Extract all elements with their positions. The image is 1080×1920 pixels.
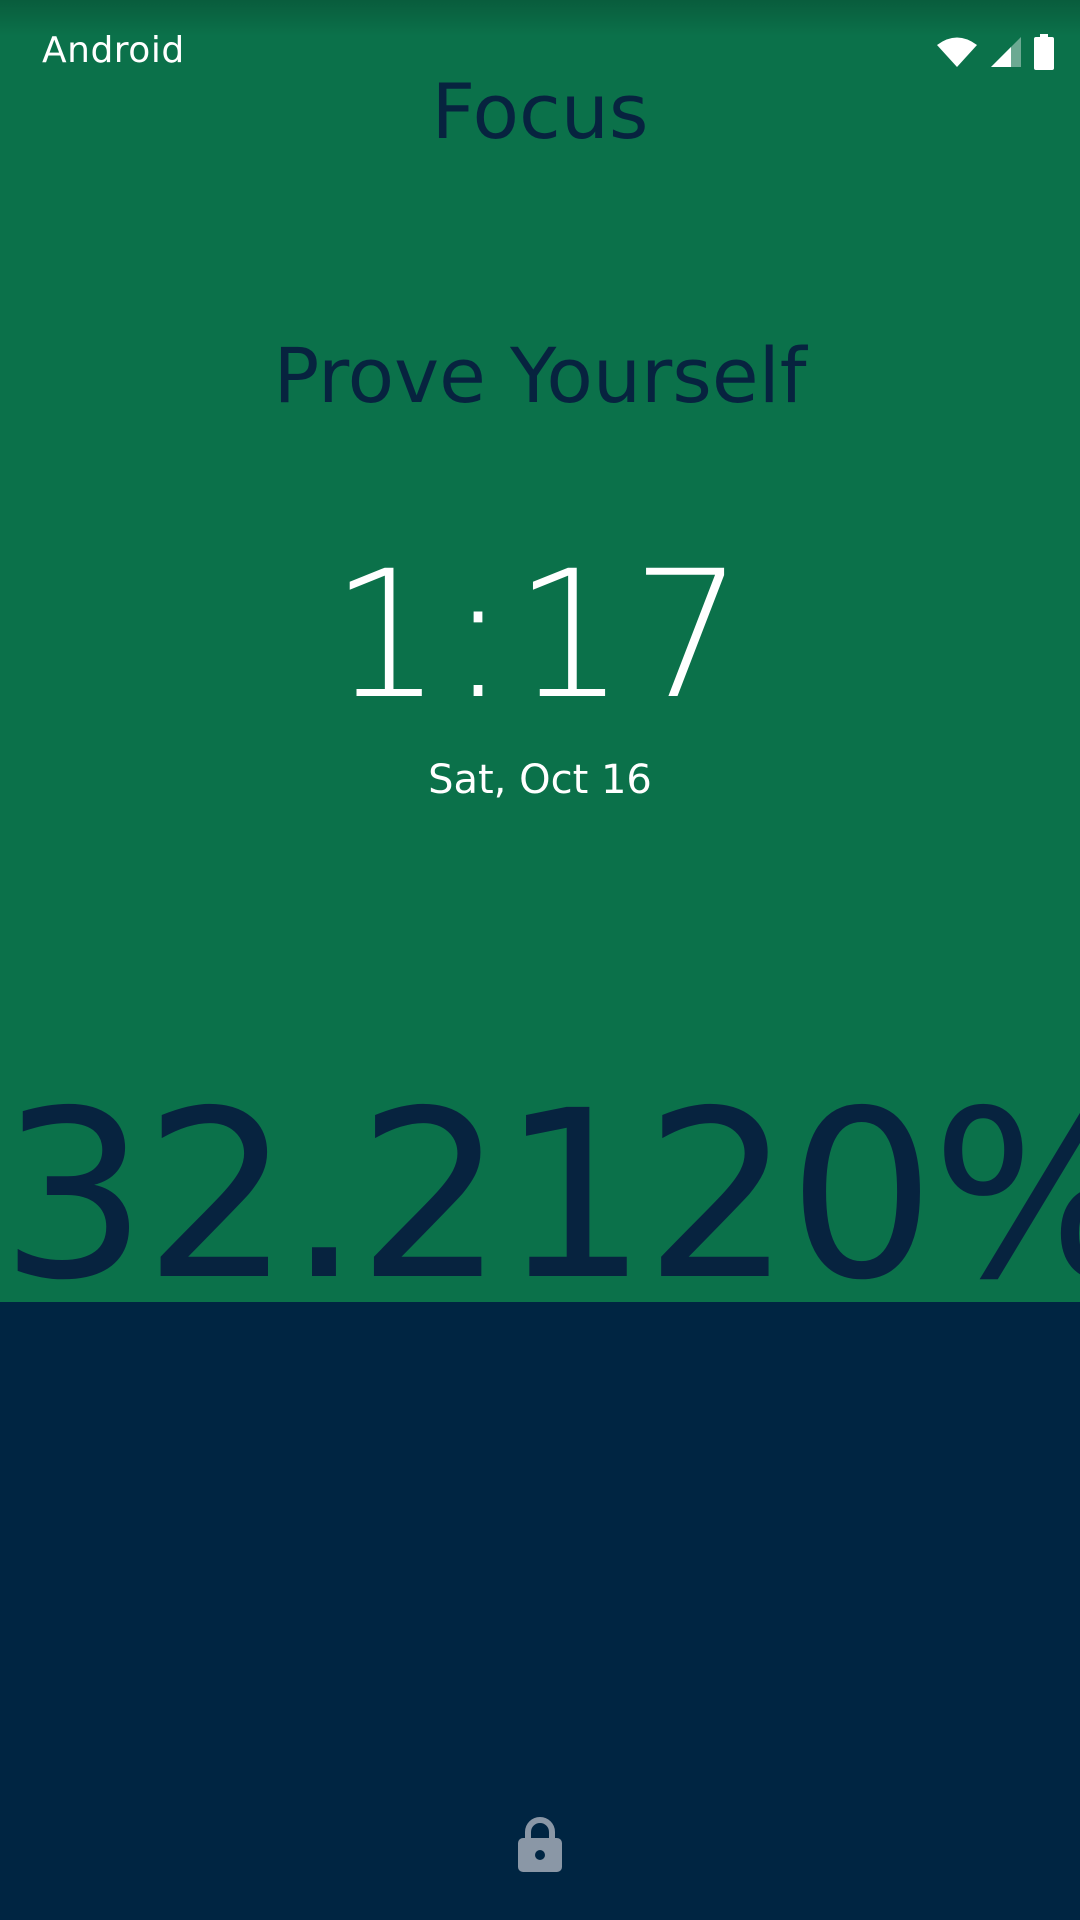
- clock-date: Sat, Oct 16: [428, 757, 652, 803]
- lock-screen: Android Focus Prove Yourself 1:17 Sat, O…: [0, 0, 1080, 1920]
- motto-text: Prove Yourself: [273, 331, 807, 420]
- cell-signal-icon: [990, 36, 1022, 68]
- wifi-icon: [936, 36, 978, 68]
- clock-time: 1:17: [330, 533, 750, 738]
- battery-icon: [1034, 34, 1054, 70]
- status-icons: [936, 34, 1054, 70]
- lock-icon[interactable]: [518, 1816, 562, 1872]
- carrier-label: Android: [42, 30, 185, 71]
- app-title: Focus: [431, 67, 649, 156]
- progress-percent: 32.2120%: [0, 1061, 1080, 1331]
